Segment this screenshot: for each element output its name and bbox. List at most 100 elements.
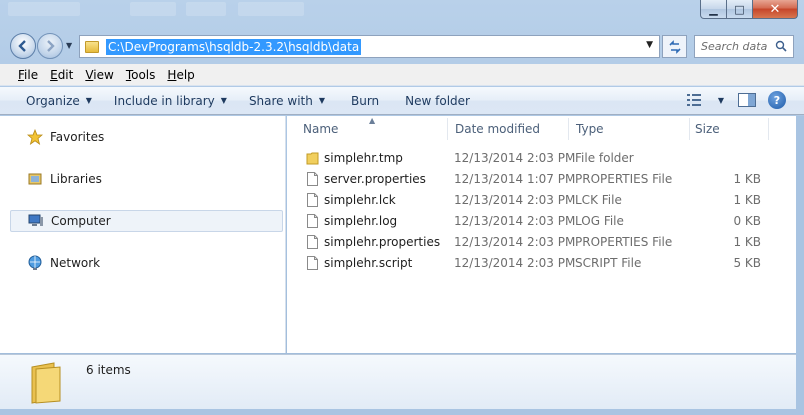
refresh-icon — [668, 39, 681, 54]
back-button[interactable] — [10, 33, 36, 59]
nav-item-network[interactable]: Network — [10, 252, 283, 274]
file-icon — [307, 214, 318, 228]
title-bar[interactable]: ▁ □ ✕ — [0, 0, 804, 26]
nav-item-computer[interactable]: Computer — [10, 210, 283, 232]
network-icon — [26, 255, 44, 271]
file-name: simplehr.lck — [324, 193, 396, 207]
nav-item-label: Computer — [51, 214, 111, 228]
file-name: simplehr.properties — [324, 235, 441, 249]
nav-item-label: Libraries — [50, 172, 102, 186]
burn-button[interactable]: Burn — [343, 90, 387, 112]
forward-button[interactable] — [37, 33, 63, 59]
view-options-dropdown-icon[interactable]: ▼ — [716, 91, 726, 109]
column-header-size[interactable]: Size — [695, 122, 720, 136]
command-bar: Organize ▼ Include in library ▼ Share with… — [0, 87, 804, 115]
column-header-name[interactable]: Name — [303, 122, 338, 136]
title-bar-ghost — [238, 2, 304, 16]
address-path[interactable]: C:\DevPrograms\hsqldb-2.3.2\hsqldb\data — [106, 38, 362, 55]
navigation-pane: Favorites Libraries Computer Network — [0, 116, 286, 353]
menu-edit[interactable]: Edit — [44, 66, 79, 84]
back-arrow-icon — [18, 40, 26, 52]
column-divider[interactable] — [768, 118, 769, 140]
file-size: 0 KB — [733, 214, 761, 228]
minimize-button[interactable]: ▁ — [700, 0, 727, 19]
nav-item-label: Favorites — [50, 130, 105, 144]
table-row[interactable]: simplehr.properties 12/13/2014 2:03 PM P… — [287, 232, 796, 253]
minimize-icon: ▁ — [709, 2, 718, 16]
sort-ascending-icon: ▲ — [369, 116, 376, 125]
nav-item-favorites[interactable]: Favorites — [10, 126, 283, 148]
folder-icon — [306, 152, 319, 165]
address-bar[interactable]: C:\DevPrograms\hsqldb-2.3.2\hsqldb\data … — [79, 35, 660, 58]
maximize-icon: □ — [734, 2, 745, 16]
search-icon[interactable] — [775, 40, 787, 52]
title-bar-ghost — [186, 2, 226, 16]
table-row[interactable]: simplehr.log 12/13/2014 2:03 PM LOG File… — [287, 211, 796, 232]
file-icon — [307, 256, 318, 270]
file-type: LCK File — [575, 193, 622, 207]
close-button[interactable]: ✕ — [753, 0, 798, 19]
search-input[interactable] — [701, 40, 769, 53]
file-date: 12/13/2014 2:03 PM — [454, 235, 576, 249]
table-row[interactable]: simplehr.lck 12/13/2014 2:03 PM LCK File… — [287, 190, 796, 211]
maximize-button[interactable]: □ — [727, 0, 753, 19]
menu-bar: File Edit View Tools Help — [0, 64, 804, 86]
column-header-date-modified[interactable]: Date modified — [455, 122, 540, 136]
column-header-type[interactable]: Type — [576, 122, 604, 136]
table-row[interactable]: simplehr.script 12/13/2014 2:03 PM SCRIP… — [287, 253, 796, 274]
nav-item-libraries[interactable]: Libraries — [10, 168, 283, 190]
window-border — [796, 116, 804, 415]
menu-file[interactable]: File — [12, 66, 44, 84]
file-date: 12/13/2014 2:03 PM — [454, 256, 576, 270]
file-date: 12/13/2014 2:03 PM — [454, 214, 576, 228]
table-row[interactable]: simplehr.tmp 12/13/2014 2:03 PM File fol… — [287, 148, 796, 169]
navigation-row: ▼ C:\DevPrograms\hsqldb-2.3.2\hsqldb\dat… — [0, 28, 804, 62]
command-bar-right: ▼ ? — [684, 91, 786, 109]
file-icon — [307, 172, 318, 186]
title-bar-ghost — [130, 2, 176, 16]
file-name: simplehr.log — [324, 214, 398, 228]
file-size: 5 KB — [733, 256, 761, 270]
organize-button[interactable]: Organize ▼ — [18, 90, 100, 112]
nav-item-label: Network — [50, 256, 101, 270]
help-icon[interactable]: ? — [768, 91, 786, 109]
address-dropdown-icon[interactable]: ▼ — [646, 40, 653, 50]
close-icon: ✕ — [769, 1, 781, 17]
preview-pane-button[interactable] — [736, 91, 758, 109]
file-name: simplehr.tmp — [324, 151, 403, 165]
file-type: SCRIPT File — [575, 256, 642, 270]
share-with-button[interactable]: Share with ▼ — [241, 90, 333, 112]
file-type: File folder — [575, 151, 634, 165]
title-bar-ghost — [8, 2, 80, 16]
file-list: ▲ Name Date modified Type Size simplehr.… — [287, 116, 796, 353]
menu-tools[interactable]: Tools — [120, 66, 162, 84]
refresh-button[interactable] — [662, 35, 687, 58]
column-divider[interactable] — [568, 118, 569, 140]
recent-pages-dropdown-icon[interactable]: ▼ — [66, 41, 72, 50]
library-icon — [26, 171, 44, 187]
computer-icon — [27, 213, 45, 229]
folder-icon — [31, 362, 61, 404]
column-divider[interactable] — [689, 118, 690, 140]
file-size: 1 KB — [733, 172, 761, 186]
details-pane: 6 items — [0, 354, 796, 409]
file-icon — [307, 235, 318, 249]
file-type: PROPERTIES File — [575, 172, 673, 186]
include-in-library-button[interactable]: Include in library ▼ — [106, 90, 235, 112]
menu-view[interactable]: View — [79, 66, 119, 84]
window-border — [0, 409, 804, 415]
explorer-window: ▁ □ ✕ ▼ C:\DevPrograms\hsqldb-2.3.2\hsql… — [0, 0, 804, 415]
file-name: server.properties — [324, 172, 426, 186]
file-name: simplehr.script — [324, 256, 413, 270]
search-box[interactable] — [694, 35, 794, 58]
change-view-button[interactable] — [684, 91, 706, 109]
file-type: LOG File — [575, 214, 624, 228]
window-controls: ▁ □ ✕ — [700, 0, 798, 20]
file-size: 1 KB — [733, 193, 761, 207]
new-folder-button[interactable]: New folder — [397, 90, 478, 112]
file-date: 12/13/2014 2:03 PM — [454, 193, 576, 207]
preview-pane-icon — [738, 93, 756, 107]
column-divider[interactable] — [447, 118, 448, 140]
table-row[interactable]: server.properties 12/13/2014 1:07 PM PRO… — [287, 169, 796, 190]
menu-help[interactable]: Help — [161, 66, 200, 84]
